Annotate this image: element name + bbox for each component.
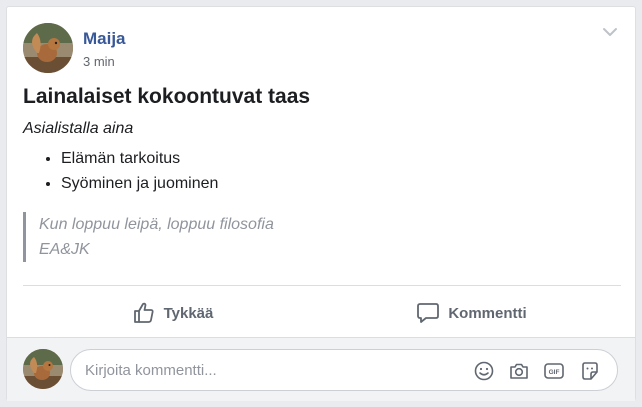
list-item: Elämän tarkoitus [61, 146, 621, 171]
camera-icon[interactable] [508, 360, 530, 382]
sticker-icon[interactable] [579, 360, 601, 382]
comment-button[interactable]: Kommentti [322, 289, 621, 337]
gif-icon[interactable]: GIF [543, 360, 565, 382]
smiley-icon[interactable] [473, 360, 495, 382]
speech-bubble-icon [416, 301, 440, 325]
comment-composer: GIF [7, 337, 635, 401]
comment-input-wrapper: GIF [70, 349, 618, 391]
chevron-down-icon[interactable] [601, 25, 619, 39]
post-actions: Tykkää Kommentti [23, 289, 621, 337]
post-title: Lainalaiset kokoontuvat taas [23, 85, 311, 108]
post-header: Maija 3 min [23, 23, 619, 73]
comment-label: Kommentti [448, 304, 527, 322]
divider [23, 285, 621, 286]
post-content: Lainalaiset kokoontuvat taas Asialistall… [23, 85, 621, 262]
like-button[interactable]: Tykkää [23, 289, 322, 337]
post-card: Maija 3 min Lainalaiset kokoontuvat taas… [6, 6, 636, 401]
list-item: Syöminen ja juominen [61, 171, 621, 196]
squirrel-photo-icon [23, 23, 73, 73]
author-name[interactable]: Maija [83, 29, 126, 49]
quote-line: Kun loppuu leipä, loppuu filosofia [39, 216, 274, 233]
post-subtitle: Asialistalla aina [23, 120, 134, 137]
like-label: Tykkää [163, 304, 214, 322]
comment-input[interactable] [85, 350, 455, 390]
blockquote: Kun loppuu leipä, loppuu filosofia EA&JK [23, 212, 621, 262]
squirrel-photo-icon [23, 349, 63, 389]
post-timestamp[interactable]: 3 min [83, 54, 115, 69]
thumbs-up-icon [132, 301, 156, 325]
quote-line: EA&JK [39, 241, 90, 258]
user-avatar[interactable] [23, 349, 63, 389]
agenda-list: Elämän tarkoitus Syöminen ja juominen [23, 146, 621, 196]
svg-text:GIF: GIF [549, 369, 560, 376]
author-avatar[interactable] [23, 23, 73, 73]
